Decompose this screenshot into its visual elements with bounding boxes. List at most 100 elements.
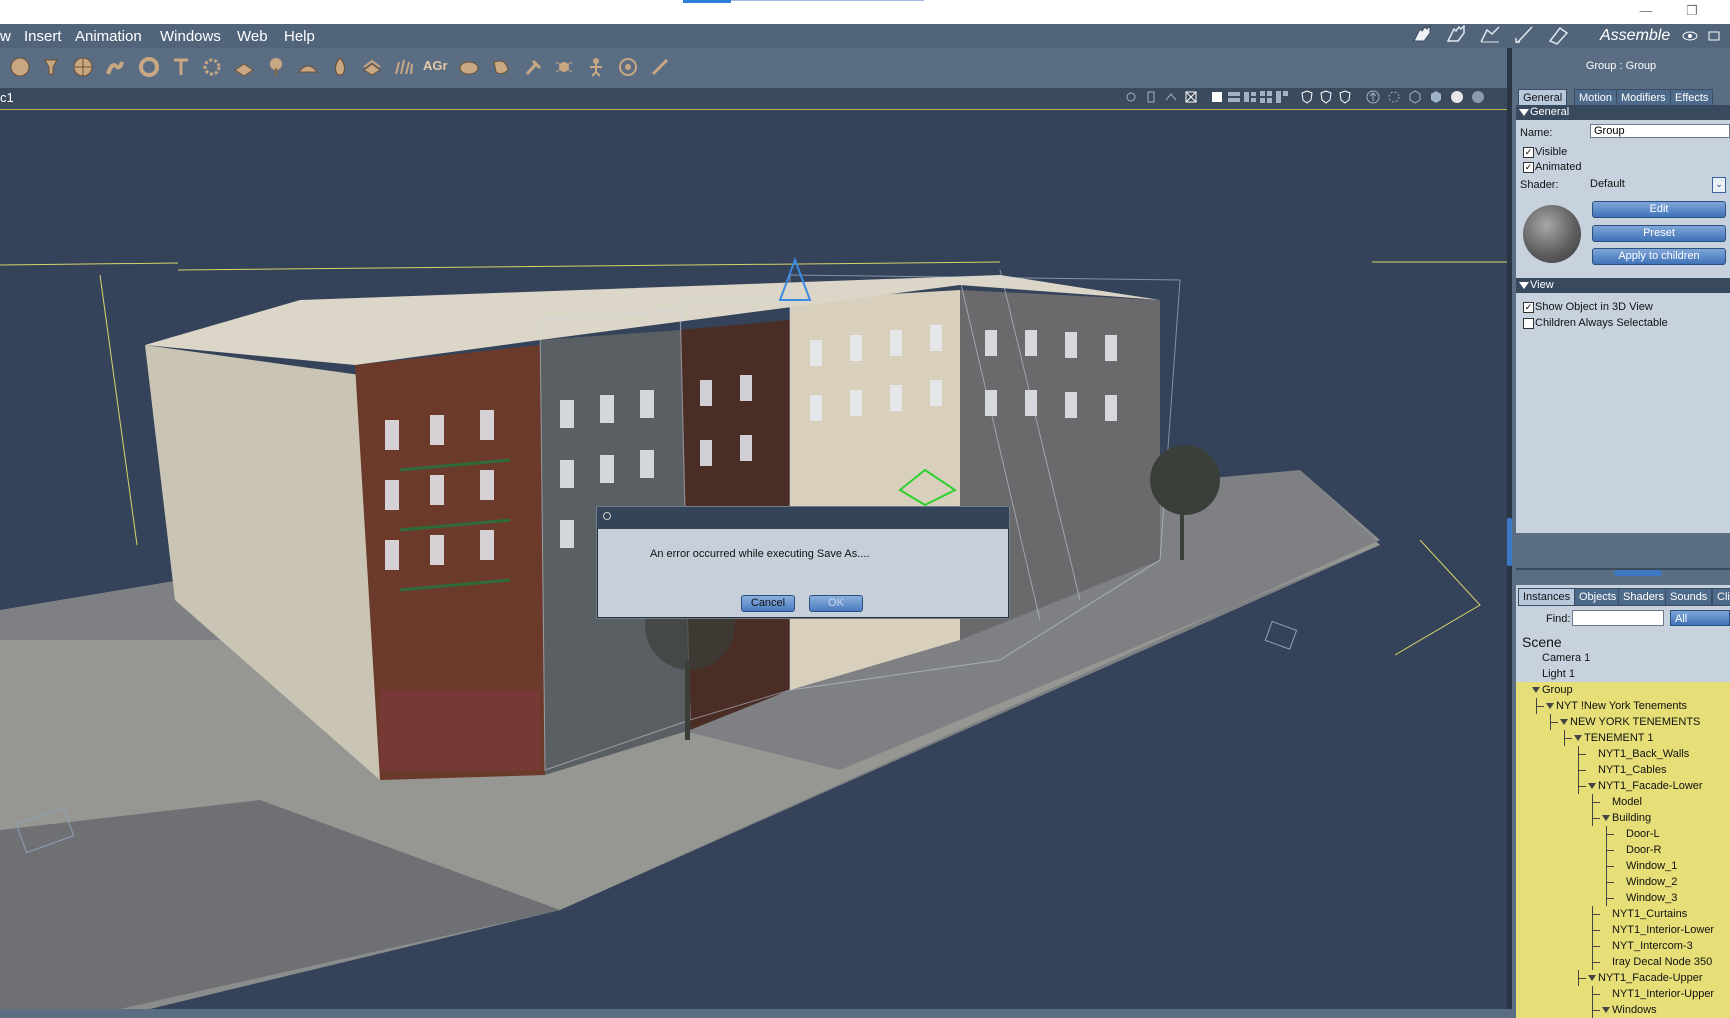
scene-tree-row[interactable]: Camera 1 bbox=[1516, 650, 1730, 666]
torus-primitive-icon[interactable] bbox=[138, 56, 160, 78]
shader-dropdown-icon[interactable]: ⌄ bbox=[1712, 177, 1726, 193]
shader-value[interactable]: Default bbox=[1590, 178, 1625, 190]
arrow-up-circle-icon[interactable] bbox=[1366, 90, 1380, 104]
name-input[interactable] bbox=[1590, 124, 1730, 138]
scene-tree-row[interactable]: Door-R bbox=[1516, 842, 1730, 858]
view-section-header[interactable]: View bbox=[1516, 278, 1730, 293]
light-toggle-icon[interactable] bbox=[1124, 90, 1138, 104]
layout-two-horizontal-icon[interactable] bbox=[1227, 90, 1241, 104]
hammer-tool-icon[interactable] bbox=[522, 56, 544, 78]
layout-custom-icon[interactable] bbox=[1275, 90, 1289, 104]
menu-window[interactable]: w bbox=[0, 28, 11, 45]
material-workspace-icon[interactable] bbox=[1546, 25, 1570, 45]
bone-tool-icon[interactable] bbox=[649, 56, 671, 78]
splitter-handle[interactable] bbox=[1614, 570, 1662, 576]
tree-primitive-icon[interactable] bbox=[265, 56, 287, 78]
edit-shader-button[interactable]: Edit bbox=[1592, 201, 1726, 218]
scene-tree-row[interactable]: NYT1_Facade-Upper bbox=[1516, 970, 1730, 986]
restore-icon[interactable]: ❐ bbox=[1682, 2, 1702, 20]
expand-triangle-icon[interactable] bbox=[1602, 815, 1610, 821]
workspace-label[interactable]: Assemble bbox=[1600, 27, 1670, 45]
visible-checkbox[interactable]: ✓ bbox=[1523, 147, 1534, 158]
camera-toggle-icon[interactable] bbox=[1144, 90, 1158, 104]
rock-primitive-icon[interactable] bbox=[458, 56, 480, 78]
text-primitive-icon[interactable] bbox=[170, 56, 192, 78]
minimize-icon[interactable]: — bbox=[1636, 2, 1656, 20]
scene-tree-row[interactable]: Model bbox=[1516, 794, 1730, 810]
viewport-camera-name[interactable]: c1 bbox=[0, 90, 14, 105]
scene-tree-row[interactable]: Group bbox=[1516, 682, 1730, 698]
expand-triangle-icon[interactable] bbox=[1588, 975, 1596, 981]
scene-tree-row[interactable]: Door-L bbox=[1516, 826, 1730, 842]
cancel-button[interactable]: Cancel bbox=[741, 595, 795, 612]
grass-primitive-icon[interactable] bbox=[393, 56, 415, 78]
maximize-panel-icon[interactable] bbox=[1708, 30, 1720, 42]
scene-tree-row[interactable]: NYT1_Interior-Lower bbox=[1516, 922, 1730, 938]
render-workspace-icon[interactable] bbox=[1512, 25, 1536, 45]
menu-web[interactable]: Web bbox=[237, 28, 268, 45]
menu-animation[interactable]: Animation bbox=[75, 28, 142, 45]
scene-tree-row[interactable]: NYT1_Interior-Upper bbox=[1516, 986, 1730, 1002]
agr-primitive-icon[interactable]: AGr bbox=[423, 58, 448, 73]
skeleton-primitive-icon[interactable] bbox=[585, 56, 607, 78]
expand-triangle-icon[interactable] bbox=[1546, 703, 1554, 709]
wireframe-cube-icon[interactable] bbox=[1408, 90, 1422, 104]
animated-checkbox[interactable]: ✓ bbox=[1523, 162, 1534, 173]
shield-view-2-icon[interactable] bbox=[1319, 90, 1333, 104]
tab-objects[interactable]: Objects bbox=[1574, 588, 1622, 606]
scene-tree-row[interactable]: Window_3 bbox=[1516, 890, 1730, 906]
scene-tree-row[interactable]: TENEMENT 1 bbox=[1516, 730, 1730, 746]
tab-instances[interactable]: Instances bbox=[1518, 588, 1576, 606]
tab-clips[interactable]: Cli bbox=[1712, 588, 1730, 606]
cloud-primitive-icon[interactable] bbox=[361, 56, 383, 78]
scene-tree-row[interactable]: Window_2 bbox=[1516, 874, 1730, 890]
render-sphere-icon[interactable] bbox=[1471, 90, 1485, 104]
particle-primitive-icon[interactable] bbox=[201, 56, 223, 78]
scene-tree-row[interactable]: NYT1_Cables bbox=[1516, 762, 1730, 778]
scene-tree-row[interactable]: NYT !New York Tenements bbox=[1516, 698, 1730, 714]
frame-icon[interactable] bbox=[1184, 90, 1198, 104]
animate-workspace-icon[interactable] bbox=[1478, 25, 1502, 45]
layout-single-icon[interactable] bbox=[1210, 90, 1224, 104]
scene-tree-row[interactable]: NYT1_Curtains bbox=[1516, 906, 1730, 922]
scene-tree-row[interactable]: NEW YORK TENEMENTS bbox=[1516, 714, 1730, 730]
expand-triangle-icon[interactable] bbox=[1574, 735, 1582, 741]
fire-primitive-icon[interactable] bbox=[329, 56, 351, 78]
show-in-3d-checkbox[interactable]: ✓ bbox=[1523, 302, 1534, 313]
plane-primitive-icon[interactable] bbox=[233, 56, 255, 78]
layout-four-icon[interactable] bbox=[1259, 90, 1273, 104]
find-input[interactable] bbox=[1572, 610, 1664, 626]
dialog-title-bar[interactable] bbox=[597, 507, 1009, 529]
expand-triangle-icon[interactable] bbox=[1588, 783, 1596, 789]
expand-triangle-icon[interactable] bbox=[1532, 687, 1540, 693]
layout-three-icon[interactable] bbox=[1243, 90, 1257, 104]
ok-button[interactable]: OK bbox=[809, 595, 863, 612]
eye-icon[interactable] bbox=[1682, 30, 1698, 42]
menu-windows[interactable]: Windows bbox=[160, 28, 221, 45]
apply-to-children-button[interactable]: Apply to children bbox=[1592, 248, 1726, 265]
children-selectable-checkbox[interactable] bbox=[1523, 318, 1534, 329]
pose-workspace-icon[interactable] bbox=[1444, 25, 1468, 45]
menu-insert[interactable]: Insert bbox=[24, 28, 62, 45]
sphere-primitive-icon[interactable] bbox=[9, 56, 31, 78]
scene-tree-row[interactable]: Iray Decal Node 350 bbox=[1516, 954, 1730, 970]
cone-primitive-icon[interactable] bbox=[40, 56, 62, 78]
scene-tree-row[interactable]: NYT1_Facade-Lower bbox=[1516, 778, 1730, 794]
scene-tree-row[interactable]: Windows bbox=[1516, 1002, 1730, 1018]
shaded-sphere-icon[interactable] bbox=[1450, 90, 1464, 104]
terrain-primitive-icon[interactable] bbox=[297, 56, 319, 78]
globe-primitive-icon[interactable] bbox=[72, 56, 94, 78]
preset-button[interactable]: Preset bbox=[1592, 225, 1726, 242]
scene-tree-row[interactable]: Light 1 bbox=[1516, 666, 1730, 682]
hand-workspace-icon[interactable] bbox=[1410, 25, 1434, 45]
scene-tree-row[interactable]: NYT_Intercom-3 bbox=[1516, 938, 1730, 954]
scene-tree-row[interactable]: NYT1_Back_Walls bbox=[1516, 746, 1730, 762]
expand-triangle-icon[interactable] bbox=[1560, 719, 1568, 725]
menu-help[interactable]: Help bbox=[284, 28, 315, 45]
solid-cube-icon[interactable] bbox=[1429, 90, 1443, 104]
view-cube-icon[interactable] bbox=[1164, 90, 1178, 104]
dotted-circle-icon[interactable] bbox=[1387, 90, 1401, 104]
expand-triangle-icon[interactable] bbox=[1602, 1007, 1610, 1013]
general-section-header[interactable]: General bbox=[1516, 105, 1730, 120]
shield-view-1-icon[interactable] bbox=[1300, 90, 1314, 104]
